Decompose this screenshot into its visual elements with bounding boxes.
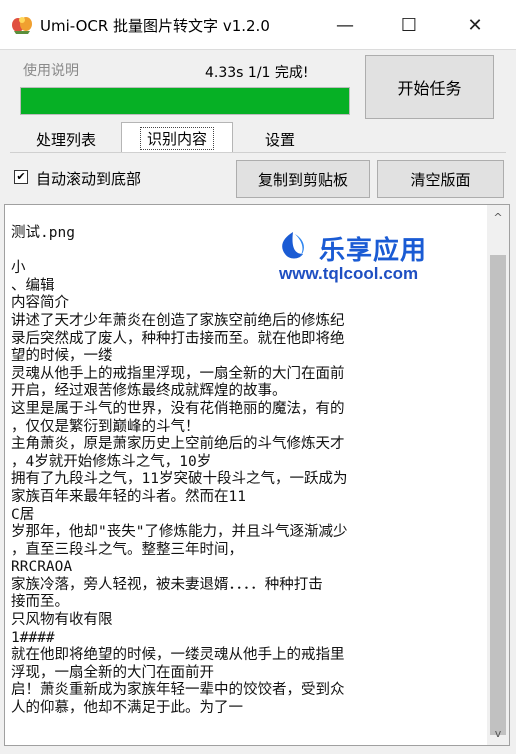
scroll-down-arrow-icon[interactable]: v — [487, 723, 509, 743]
progress-fill — [21, 88, 349, 114]
tab-process-list[interactable]: 处理列表 — [17, 125, 115, 153]
window-title: Umi-OCR 批量图片转文字 v1.2.0 — [40, 17, 270, 35]
scroll-thumb[interactable] — [490, 255, 506, 735]
clear-panel-button[interactable]: 清空版面 — [377, 160, 504, 198]
maximize-button[interactable]: ☐ — [381, 0, 437, 50]
tab-recognition-content-label: 识别内容 — [139, 126, 214, 150]
watermark-name: 乐享应用 — [319, 236, 428, 266]
title-bar: Umi-OCR 批量图片转文字 v1.2.0 — ☐ ✕ — [0, 0, 516, 50]
status-text: 4.33s 1/1 完成! — [205, 65, 309, 81]
minimize-button[interactable]: — — [317, 0, 373, 50]
vertical-scrollbar[interactable]: ^ v — [487, 205, 509, 745]
app-icon — [12, 17, 32, 34]
tab-settings[interactable]: 设置 — [240, 125, 320, 153]
scroll-up-arrow-icon[interactable]: ^ — [487, 207, 509, 227]
start-task-button[interactable]: 开始任务 — [365, 55, 494, 119]
help-link[interactable]: 使用说明 — [23, 60, 79, 80]
auto-scroll-label[interactable]: 自动滚动到底部 — [36, 168, 141, 189]
watermark-url: www.tqlcool.com — [279, 264, 419, 283]
auto-scroll-checkbox[interactable]: ✔ — [14, 170, 28, 184]
tab-recognition-content[interactable]: 识别内容 — [121, 122, 233, 153]
watermark-logo-icon — [282, 232, 304, 259]
close-button[interactable]: ✕ — [447, 0, 503, 50]
progress-bar — [20, 87, 350, 115]
copy-to-clipboard-button[interactable]: 复制到剪贴板 — [236, 160, 370, 198]
output-text: 测试.png 小 、编辑 内容简介 讲述了天才少年萧炎在创造了家族空前绝后的修炼… — [11, 225, 348, 717]
watermark: 乐享应用 www.tqlcool.com — [275, 230, 460, 290]
tab-divider — [10, 152, 506, 153]
